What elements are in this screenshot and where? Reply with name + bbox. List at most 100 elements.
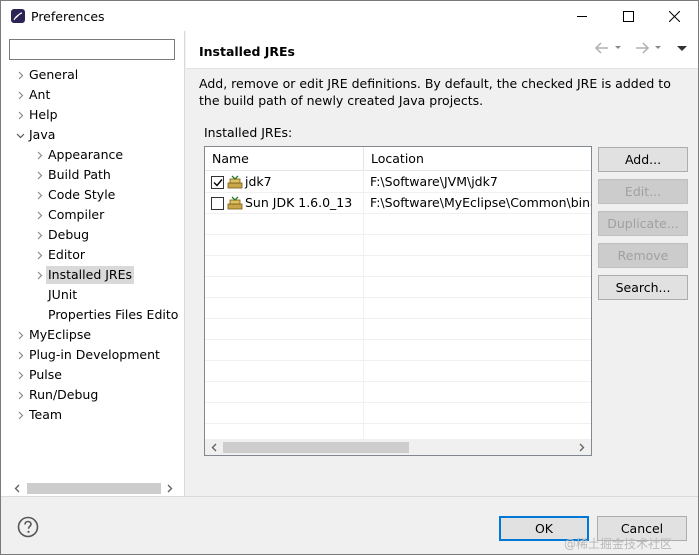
tree-item-general[interactable]: General [13,65,80,85]
location-cell [364,277,591,297]
chevron-right-icon[interactable] [13,345,27,365]
tree-item-label: Editor [48,247,85,262]
jre-name: Sun JDK 1.6.0_13 [245,195,353,210]
chevron-right-icon[interactable] [13,385,27,405]
add-button[interactable]: Add... [598,147,688,172]
name-cell [205,256,364,276]
table-horizontal-scrollbar[interactable] [205,439,591,455]
chevron-right-icon[interactable] [13,325,27,345]
scroll-right-icon[interactable] [161,480,177,496]
close-button[interactable] [651,1,697,31]
title-bar: Preferences [1,1,698,31]
location-cell [364,403,591,423]
page-header: Installed JREs [186,31,698,69]
location-cell [364,319,591,339]
jre-table: Name Location jdk7 F:\Software\JVM\jdk7 Su… [204,146,592,456]
view-menu-icon [677,46,687,51]
forward-button[interactable] [634,41,663,55]
tree-item-label: Pulse [29,367,62,382]
tree-item-ant[interactable]: Ant [13,85,52,105]
view-menu-button[interactable] [676,44,688,54]
chevron-right-icon[interactable] [32,205,46,225]
tree-item-appearance[interactable]: Appearance [32,145,125,165]
empty-table-row [205,340,591,361]
chevron-right-icon[interactable] [13,65,27,85]
back-button[interactable] [594,41,623,55]
scroll-right-icon[interactable] [573,439,589,455]
scroll-left-icon[interactable] [9,480,25,496]
chevron-right-icon[interactable] [32,265,46,285]
name-cell: Sun JDK 1.6.0_13 [205,193,364,213]
eclipse-icon [11,9,25,23]
tree-item-myeclipse[interactable]: MyEclipse [13,325,93,345]
chevron-right-icon[interactable] [32,185,46,205]
search-button[interactable]: Search... [598,275,688,300]
tree-horizontal-scrollbar[interactable] [9,480,177,496]
chevron-right-icon[interactable] [32,145,46,165]
tree-item-java[interactable]: Java [13,125,57,145]
tree-item-label: Ant [29,87,51,102]
empty-table-row [205,214,591,235]
tree-item-properties-files-edito[interactable]: Properties Files Edito [32,305,180,325]
chevron-right-icon[interactable] [13,85,27,105]
tree-item-build-path[interactable]: Build Path [32,165,113,185]
scrollbar-thumb[interactable] [223,442,409,453]
duplicate-button[interactable]: Duplicate... [598,211,688,236]
minimize-button[interactable] [559,1,605,31]
table-row[interactable]: jdk7 F:\Software\JVM\jdk7 [205,172,591,193]
close-icon [668,10,680,22]
forward-arrow-icon [636,42,650,54]
chevron-right-icon[interactable] [13,365,27,385]
watermark: @稀土掘金技术社区 [564,537,673,551]
tree-item-label: Help [29,107,58,122]
empty-table-row [205,319,591,340]
location-cell: F:\Software\JVM\jdk7 [370,174,498,189]
help-circle-icon[interactable] [17,516,39,538]
table-row[interactable]: Sun JDK 1.6.0_13 F:\Software\MyEclipse\Co… [205,193,591,214]
tree-item-label: JUnit [48,287,78,302]
window-title: Preferences [31,9,105,24]
tree-item-run-debug[interactable]: Run/Debug [13,385,100,405]
tree-item-pulse[interactable]: Pulse [13,365,64,385]
tree-item-compiler[interactable]: Compiler [32,205,106,225]
scroll-left-icon[interactable] [206,439,222,455]
empty-table-row [205,403,591,424]
chevron-right-icon[interactable] [13,405,27,425]
tree-item-editor[interactable]: Editor [32,245,87,265]
default-jre-checkbox[interactable] [211,196,224,210]
jre-name: jdk7 [245,174,272,189]
empty-table-row [205,256,591,277]
edit-button[interactable]: Edit... [598,179,688,204]
default-jre-checkbox[interactable] [211,175,224,189]
tree-item-help[interactable]: Help [13,105,60,125]
chevron-right-icon[interactable] [32,225,46,245]
tree-item-junit[interactable]: JUnit [32,285,79,305]
tree-item-label: Code Style [48,187,116,202]
chevron-down-icon[interactable] [13,125,27,145]
scrollbar-thumb[interactable] [27,483,161,494]
dialog-button-bar: OK Cancel @稀土掘金技术社区 [1,496,698,554]
maximize-button[interactable] [605,1,651,31]
preference-tree-pane: General Ant Help Java Appearance Build Path Co… [1,31,185,496]
filter-input[interactable] [9,39,175,60]
page-title: Installed JREs [199,44,296,59]
tree-item-team[interactable]: Team [13,405,64,425]
preference-page: Installed JREs Add, remove or edit JRE d… [186,31,698,496]
tree-item-installed-jres[interactable]: Installed JREs [32,265,135,285]
tree-item-debug[interactable]: Debug [32,225,91,245]
tree-item-plug-in-development[interactable]: Plug-in Development [13,345,162,365]
chevron-right-icon[interactable] [32,165,46,185]
location-cell: F:\Software\MyEclipse\Common\binar [370,195,591,210]
chevron-right-icon[interactable] [13,105,27,125]
location-cell [364,361,591,381]
tree-item-code-style[interactable]: Code Style [32,185,117,205]
column-header-name[interactable]: Name [205,147,364,171]
chevron-down-icon [655,46,661,49]
chevron-right-icon[interactable] [32,245,46,265]
chevron-down-icon [615,46,621,49]
remove-button[interactable]: Remove [598,243,688,268]
name-cell [205,319,364,339]
column-header-location[interactable]: Location [364,147,591,171]
jre-library-icon [227,175,243,189]
